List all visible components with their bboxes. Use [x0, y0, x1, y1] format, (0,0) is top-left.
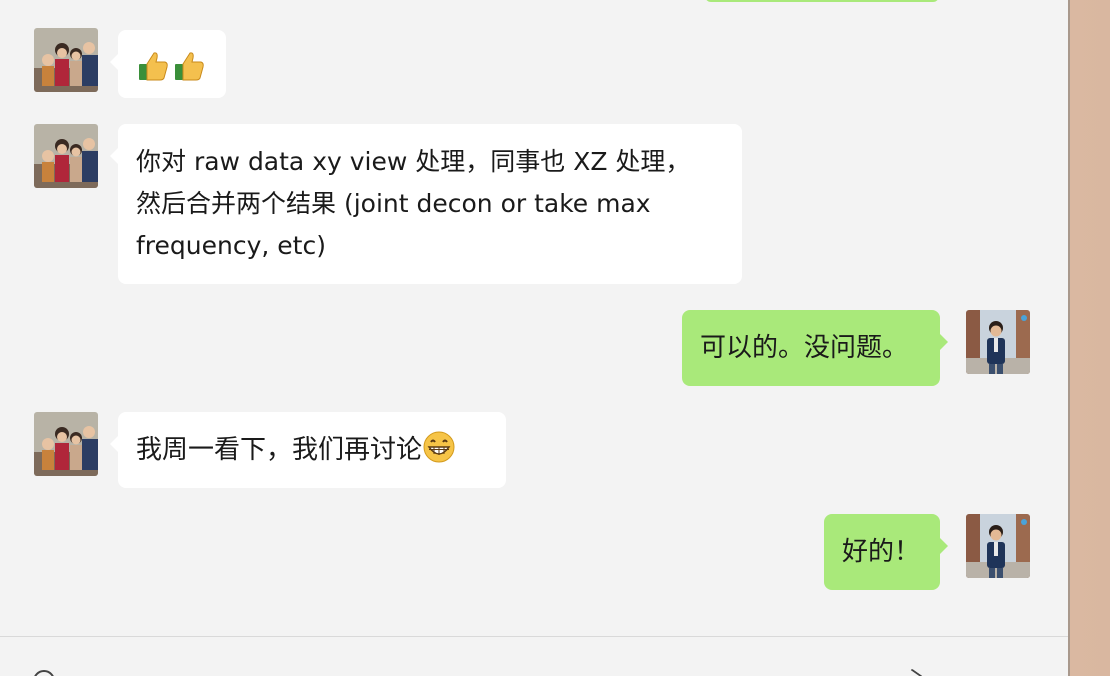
contact-avatar[interactable] — [34, 124, 98, 188]
smiley-icon[interactable] — [33, 670, 55, 676]
message-bubble-incoming[interactable] — [110, 30, 226, 98]
contact-avatar[interactable] — [34, 28, 98, 92]
message-bubble-incoming[interactable]: 你对 raw data xy view 处理，同事也 XZ 处理， 然后合并两个… — [110, 124, 742, 284]
message-text: 可以的。没问题。 — [700, 333, 909, 363]
message-bubble-outgoing[interactable]: 好的！ — [824, 514, 948, 590]
my-avatar[interactable] — [966, 514, 1030, 578]
message-text: 好的！ — [842, 537, 921, 567]
message-bubble-outgoing[interactable]: 可以的。没问题。 — [682, 310, 948, 386]
previous-outgoing-bubble — [705, 0, 939, 2]
message-text: 你对 raw data xy view 处理，同事也 XZ 处理， 然后合并两个… — [136, 147, 691, 260]
thumbs-up-icon — [139, 51, 168, 80]
chat-panel[interactable]: 你对 raw data xy view 处理，同事也 XZ 处理， 然后合并两个… — [0, 0, 1068, 676]
window-edge — [1068, 0, 1070, 676]
scissors-icon[interactable] — [901, 668, 927, 676]
my-avatar[interactable] — [966, 310, 1030, 374]
message-bubble-incoming[interactable]: 我周一看下，我们再讨论 — [110, 412, 506, 488]
contact-avatar[interactable] — [34, 412, 98, 476]
grinning-face-icon — [423, 431, 455, 463]
thumbs-up-icon — [175, 51, 204, 80]
composer-toolbar — [0, 637, 1068, 676]
message-text: 我周一看下，我们再讨论 — [136, 435, 423, 465]
